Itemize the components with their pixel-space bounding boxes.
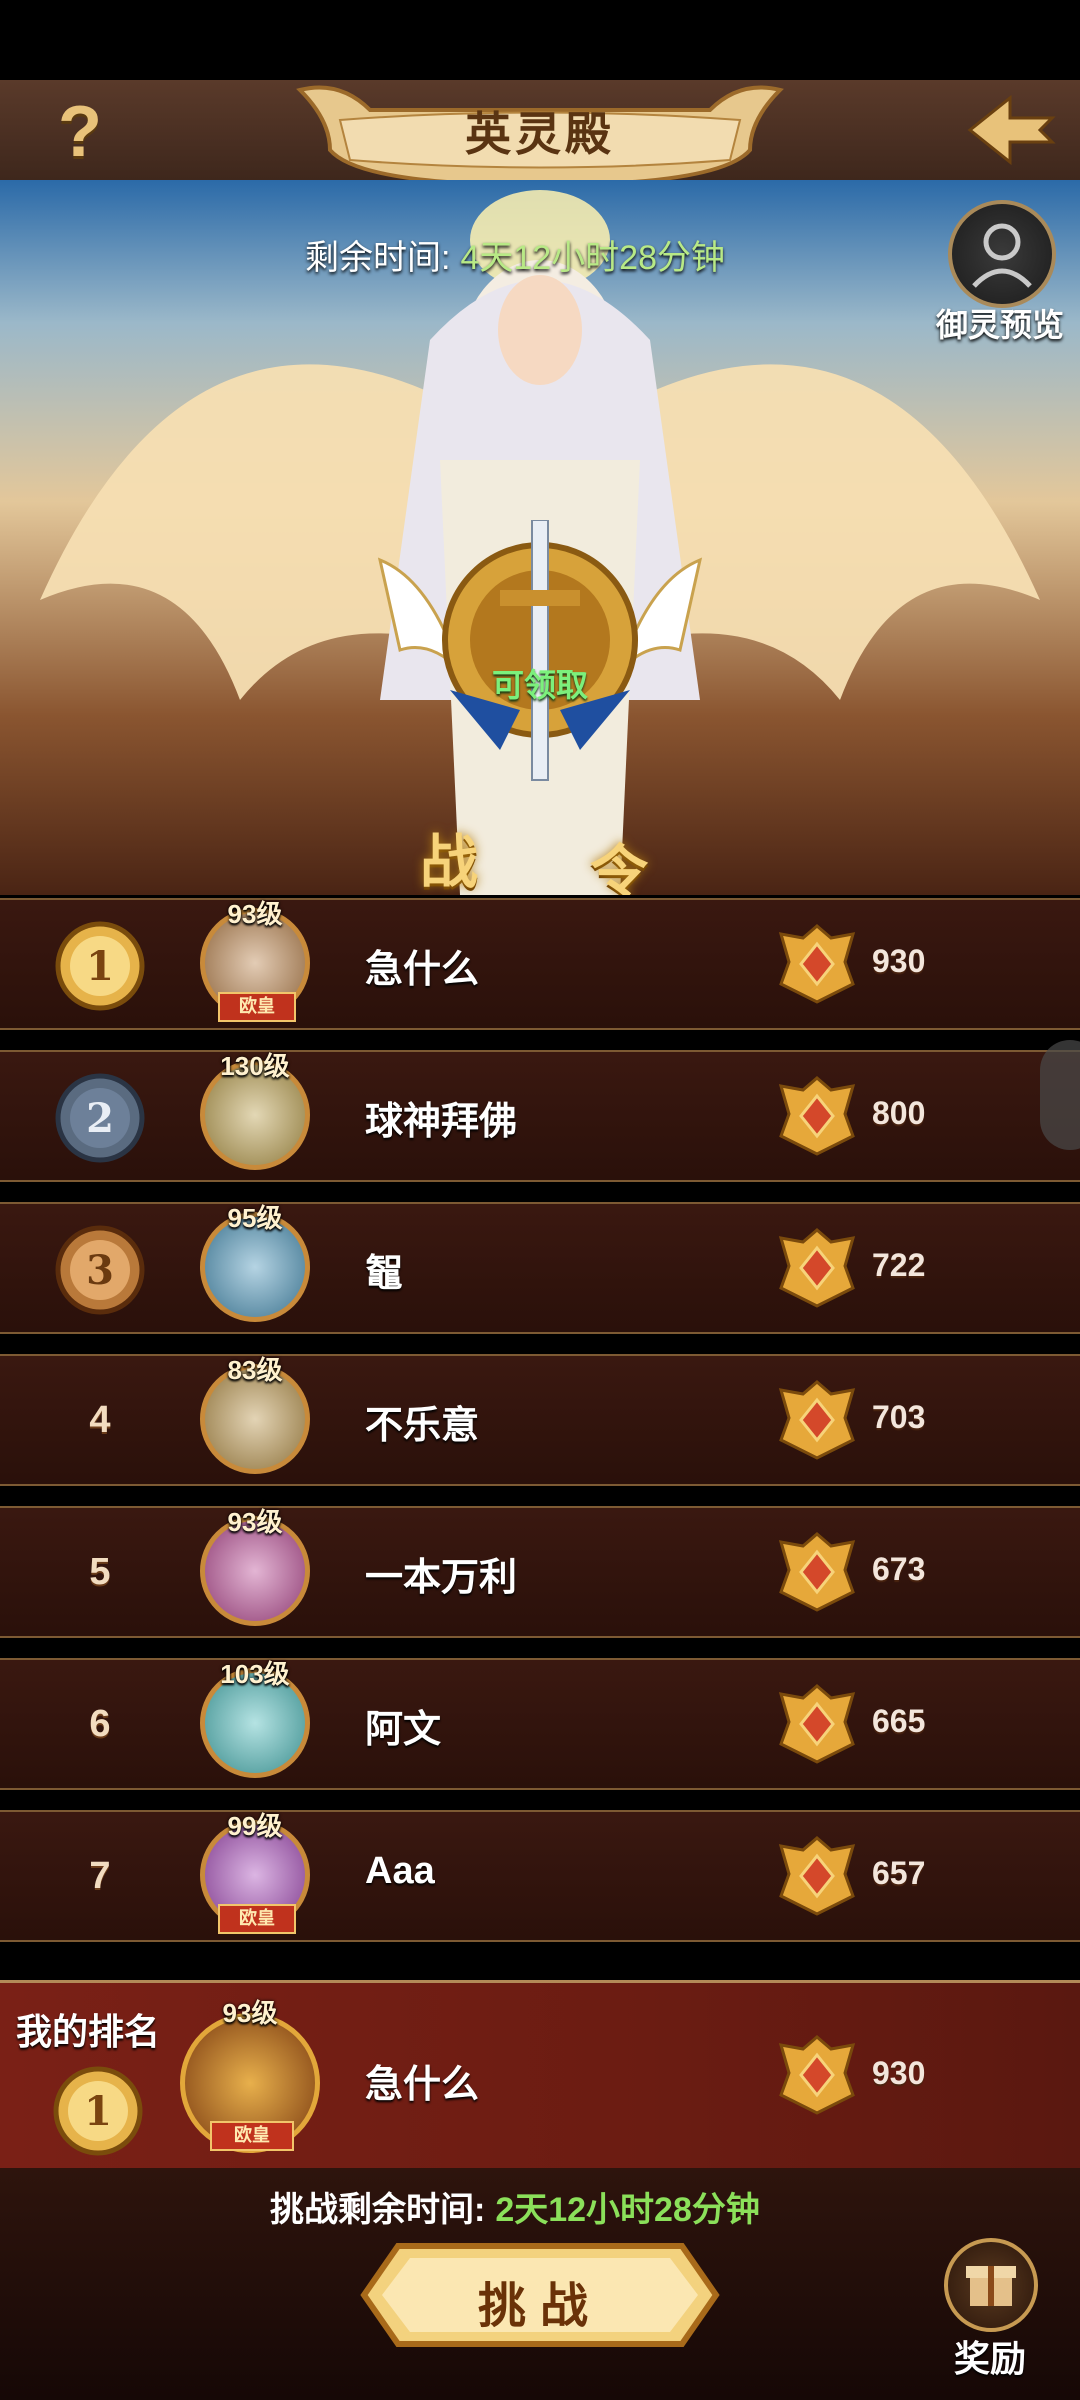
spirit-preview-label: 御灵预览 xyxy=(935,307,1064,343)
trophy-crest-icon xyxy=(778,1380,856,1460)
challenge-timer-value: 2天12小时28分钟 xyxy=(495,2191,760,2229)
my-rank-panel: 我的排名 1 93级 欧皇 急什么 930 xyxy=(0,1980,1080,2171)
claimable-label: 可领取 xyxy=(491,667,588,703)
back-arrow-icon[interactable] xyxy=(960,90,1060,170)
leaderboard-row[interactable]: 3 95级鼅 722 xyxy=(0,1202,1080,1334)
my-title-badge: 欧皇 xyxy=(210,2121,294,2151)
my-score: 930 xyxy=(872,2055,926,2091)
rank-number: 4 xyxy=(89,1399,111,1441)
season-timer: 剩余时间: 4天12小时28分钟 xyxy=(305,230,725,279)
season-timer-label: 剩余时间: xyxy=(305,239,451,277)
player-name: Aaa xyxy=(365,1850,435,1892)
side-drawer-tab[interactable] xyxy=(1040,1040,1080,1150)
rank-number: 2 xyxy=(86,1095,114,1142)
rank-medal-icon: 3 xyxy=(55,1225,145,1315)
trophy-crest-icon xyxy=(778,1076,856,1156)
player-name: 阿文 xyxy=(365,1709,442,1751)
battle-pass-char-2: 令 xyxy=(590,840,649,895)
person-icon xyxy=(948,200,1056,308)
season-timer-value: 4天12小时28分钟 xyxy=(460,239,725,277)
player-score: 665 xyxy=(872,1703,926,1739)
hero-banner: 剩余时间: 4天12小时28分钟 御灵预览 可领取 战 令 xyxy=(0,180,1080,895)
player-name: 一本万利 xyxy=(365,1557,518,1599)
challenge-timer-label: 挑战剩余时间: xyxy=(270,2191,486,2229)
player-level: 130级 xyxy=(220,1051,290,1081)
player-score: 673 xyxy=(872,1551,926,1587)
my-rank-number: 1 xyxy=(84,2088,112,2135)
player-level: 103级 xyxy=(220,1659,290,1689)
footer: 挑战剩余时间: 2天12小时28分钟 挑战 奖励 xyxy=(0,2168,1080,2400)
trophy-crest-icon xyxy=(778,1228,856,1308)
leaderboard-row[interactable]: 6 103级阿文 665 xyxy=(0,1658,1080,1790)
header: ? 英灵殿 xyxy=(0,80,1080,188)
rank-number: 5 xyxy=(89,1551,111,1593)
rank-number: 1 xyxy=(86,943,114,990)
reward-label: 奖励 xyxy=(953,2338,1026,2379)
player-level: 95级 xyxy=(227,1203,283,1233)
leaderboard-row[interactable]: 7 99级欧皇 Aaa 657 xyxy=(0,1810,1080,1942)
gift-box-icon xyxy=(944,2238,1038,2332)
player-score: 930 xyxy=(872,943,926,979)
challenge-timer: 挑战剩余时间: 2天12小时28分钟 xyxy=(270,2182,760,2231)
trophy-crest-icon xyxy=(778,924,856,1004)
my-level: 93级 xyxy=(222,1998,278,2028)
status-bar xyxy=(0,0,1080,80)
rank-medal-icon: 1 xyxy=(55,921,145,1011)
battle-pass-char-1: 战 xyxy=(420,830,479,895)
rank-number: 6 xyxy=(89,1703,111,1745)
spirit-preview-button[interactable]: 御灵预览 xyxy=(930,200,1070,360)
trophy-crest-icon xyxy=(778,1684,856,1764)
challenge-button-label: 挑战 xyxy=(477,2280,602,2333)
player-name: 急什么 xyxy=(365,949,480,991)
my-player-name: 急什么 xyxy=(365,2064,480,2106)
player-score: 657 xyxy=(872,1855,926,1891)
player-name: 球神拜佛 xyxy=(365,1101,518,1143)
player-level: 99级 xyxy=(227,1811,283,1841)
page-title: 英灵殿 xyxy=(465,108,615,160)
trophy-crest-icon xyxy=(778,1532,856,1612)
trophy-crest-icon xyxy=(778,2035,856,2115)
player-name: 不乐意 xyxy=(365,1405,480,1447)
player-level: 83级 xyxy=(227,1355,283,1385)
rank-medal-icon: 2 xyxy=(55,1073,145,1163)
gold-medal-icon: 1 xyxy=(53,2066,143,2156)
leaderboard-row[interactable]: 1 93级欧皇 急什么 930 xyxy=(0,898,1080,1030)
my-rank-label: 我的排名 xyxy=(16,2011,161,2052)
player-level: 93级 xyxy=(227,899,283,929)
leaderboard-row[interactable]: 5 93级一本万利 673 xyxy=(0,1506,1080,1638)
challenge-button[interactable]: 挑战 xyxy=(358,2240,722,2350)
player-score: 703 xyxy=(872,1399,926,1435)
reward-button[interactable]: 奖励 xyxy=(930,2238,1050,2388)
rank-number: 3 xyxy=(86,1247,114,1294)
leaderboard-row[interactable]: 4 83级不乐意 703 xyxy=(0,1354,1080,1486)
player-score: 722 xyxy=(872,1247,926,1283)
player-title-badge: 欧皇 xyxy=(218,992,296,1022)
player-level: 93级 xyxy=(227,1507,283,1537)
player-score: 800 xyxy=(872,1095,926,1131)
leaderboard-row[interactable]: 2 130级球神拜佛 800 xyxy=(0,1050,1080,1182)
player-title-badge: 欧皇 xyxy=(218,1904,296,1934)
player-name: 鼅 xyxy=(365,1253,404,1295)
trophy-crest-icon xyxy=(778,1836,856,1916)
help-button[interactable]: ? xyxy=(40,92,120,172)
rank-number: 7 xyxy=(89,1855,111,1897)
